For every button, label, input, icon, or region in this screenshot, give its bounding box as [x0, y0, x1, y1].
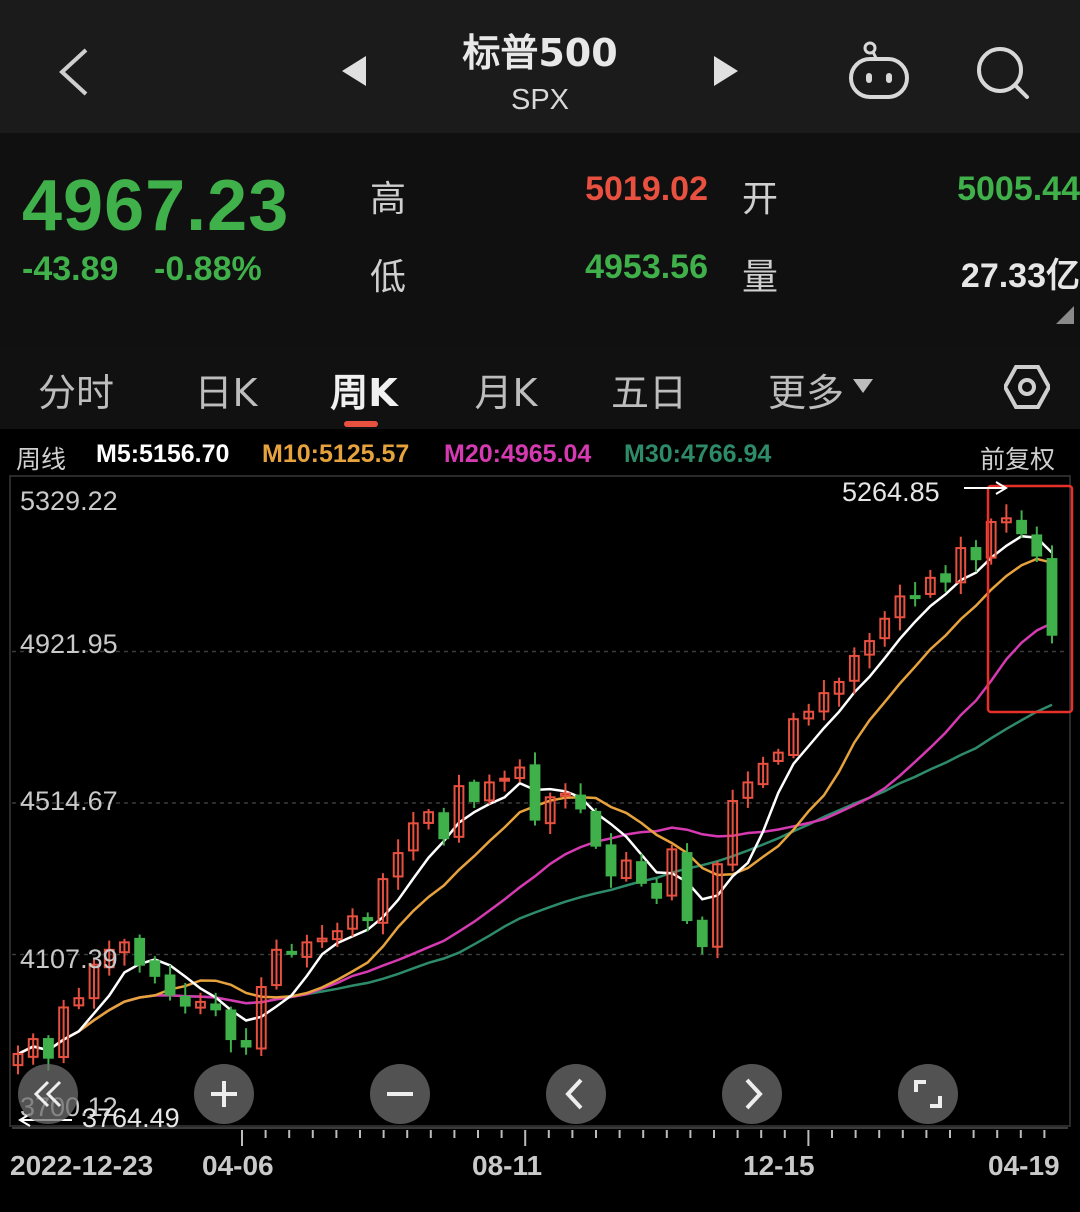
- page-title: 标普500: [462, 31, 618, 75]
- last-price: 4967.23: [22, 166, 290, 246]
- fullscreen-button[interactable]: [898, 1064, 958, 1124]
- y-tick-label: 4107.39: [20, 944, 118, 974]
- next-symbol-icon[interactable]: [712, 54, 740, 88]
- x-tick-label: 2022-12-23: [10, 1150, 154, 1181]
- zoom-out-button[interactable]: [370, 1064, 430, 1124]
- candle-body: [575, 794, 587, 810]
- candle-body: [164, 974, 176, 996]
- tab-weekly-k[interactable]: 周K: [322, 362, 406, 417]
- candle-body: [940, 573, 951, 583]
- candle-body: [225, 1009, 237, 1041]
- zoom-in-button[interactable]: [194, 1064, 254, 1124]
- robot-assistant-icon[interactable]: [846, 40, 912, 102]
- y-tick-label: 4514.67: [20, 786, 118, 816]
- candle-body: [1031, 534, 1043, 557]
- settings-icon[interactable]: [1002, 364, 1052, 410]
- candle-body: [468, 781, 480, 803]
- x-tick-label: 04-06: [202, 1150, 274, 1181]
- scroll-right-button[interactable]: [722, 1064, 782, 1124]
- price-change-pct: -0.88%: [154, 250, 262, 288]
- candle-body: [636, 861, 647, 884]
- candle-body: [1046, 558, 1058, 636]
- symbol-code: SPX: [510, 84, 570, 116]
- candle-body: [970, 547, 982, 561]
- candle-body: [438, 812, 450, 840]
- open-value: 5005.44: [957, 170, 1080, 208]
- min-price-label: 3764.49: [82, 1103, 180, 1133]
- candle-body: [696, 919, 708, 948]
- high-label: 高: [370, 179, 407, 220]
- candle-body: [605, 844, 617, 877]
- candle-body: [590, 810, 602, 847]
- x-tick-label: 12-15: [743, 1150, 815, 1181]
- candle-body: [1016, 519, 1027, 535]
- volume-value: 27.33亿: [960, 257, 1080, 295]
- max-arrow-icon: [962, 480, 1010, 496]
- double-chevron-left-icon: [33, 1080, 62, 1108]
- chevron-right-icon: [745, 1078, 763, 1110]
- highlight-box: [986, 484, 1074, 714]
- x-tick-label: 04-19: [988, 1150, 1060, 1181]
- candle-body: [651, 882, 663, 899]
- candle-body: [43, 1038, 54, 1059]
- fullscreen-icon: [914, 1080, 942, 1108]
- chevron-left-icon: [565, 1078, 583, 1110]
- tab-monthly-k[interactable]: 月K: [466, 362, 546, 417]
- y-tick-label: 4921.95: [20, 629, 118, 659]
- candle-body: [681, 852, 693, 922]
- moving-average-legend: 周线 M5:5156.70 M10:5125.57 M20:4965.04 M3…: [0, 434, 1080, 474]
- minus-icon: [387, 1092, 413, 1096]
- candle-body: [909, 595, 921, 600]
- search-icon[interactable]: [974, 44, 1032, 102]
- expand-corner-icon[interactable]: [1056, 306, 1074, 324]
- tab-more[interactable]: 更多: [764, 362, 848, 417]
- back-icon[interactable]: [56, 46, 92, 98]
- open-label: 开: [742, 179, 779, 220]
- tab-more-dropdown-icon[interactable]: [852, 378, 874, 394]
- candle-body: [179, 995, 191, 1007]
- scroll-left-button[interactable]: [546, 1064, 606, 1124]
- tab-five-day[interactable]: 五日: [606, 362, 692, 417]
- candle-body: [499, 777, 510, 782]
- low-label: 低: [370, 257, 407, 298]
- prev-symbol-icon[interactable]: [340, 54, 368, 88]
- tab-intraday[interactable]: 分时: [30, 362, 122, 417]
- max-price-label: 5264.85: [842, 477, 940, 507]
- ma10-value: M10:5125.57: [262, 440, 410, 468]
- ma30-value: M30:4766.94: [624, 440, 772, 468]
- price-change: -43.89: [22, 250, 119, 288]
- high-value: 5019.02: [585, 170, 708, 208]
- candle-body: [149, 960, 161, 977]
- candle-body: [362, 917, 374, 922]
- candle-body: [240, 1040, 252, 1048]
- adjust-mode-button[interactable]: 前复权: [980, 440, 1055, 476]
- period-label: 周线: [16, 446, 67, 474]
- y-tick-label: 5329.22: [20, 486, 118, 516]
- volume-label: 量: [742, 257, 779, 298]
- x-tick-label: 08-11: [472, 1150, 543, 1181]
- active-tab-indicator: [344, 421, 378, 427]
- candle-body: [529, 764, 541, 821]
- tab-daily-k[interactable]: 日K: [186, 362, 266, 417]
- ma20-value: M20:4965.04: [444, 440, 592, 468]
- low-value: 4953.56: [585, 248, 708, 286]
- candle-body: [210, 1003, 222, 1011]
- plus-icon: [211, 1081, 237, 1107]
- rewind-button[interactable]: [18, 1064, 78, 1124]
- candle-body: [134, 937, 146, 966]
- ma5-value: M5:5156.70: [96, 440, 230, 468]
- candle-body: [286, 950, 298, 955]
